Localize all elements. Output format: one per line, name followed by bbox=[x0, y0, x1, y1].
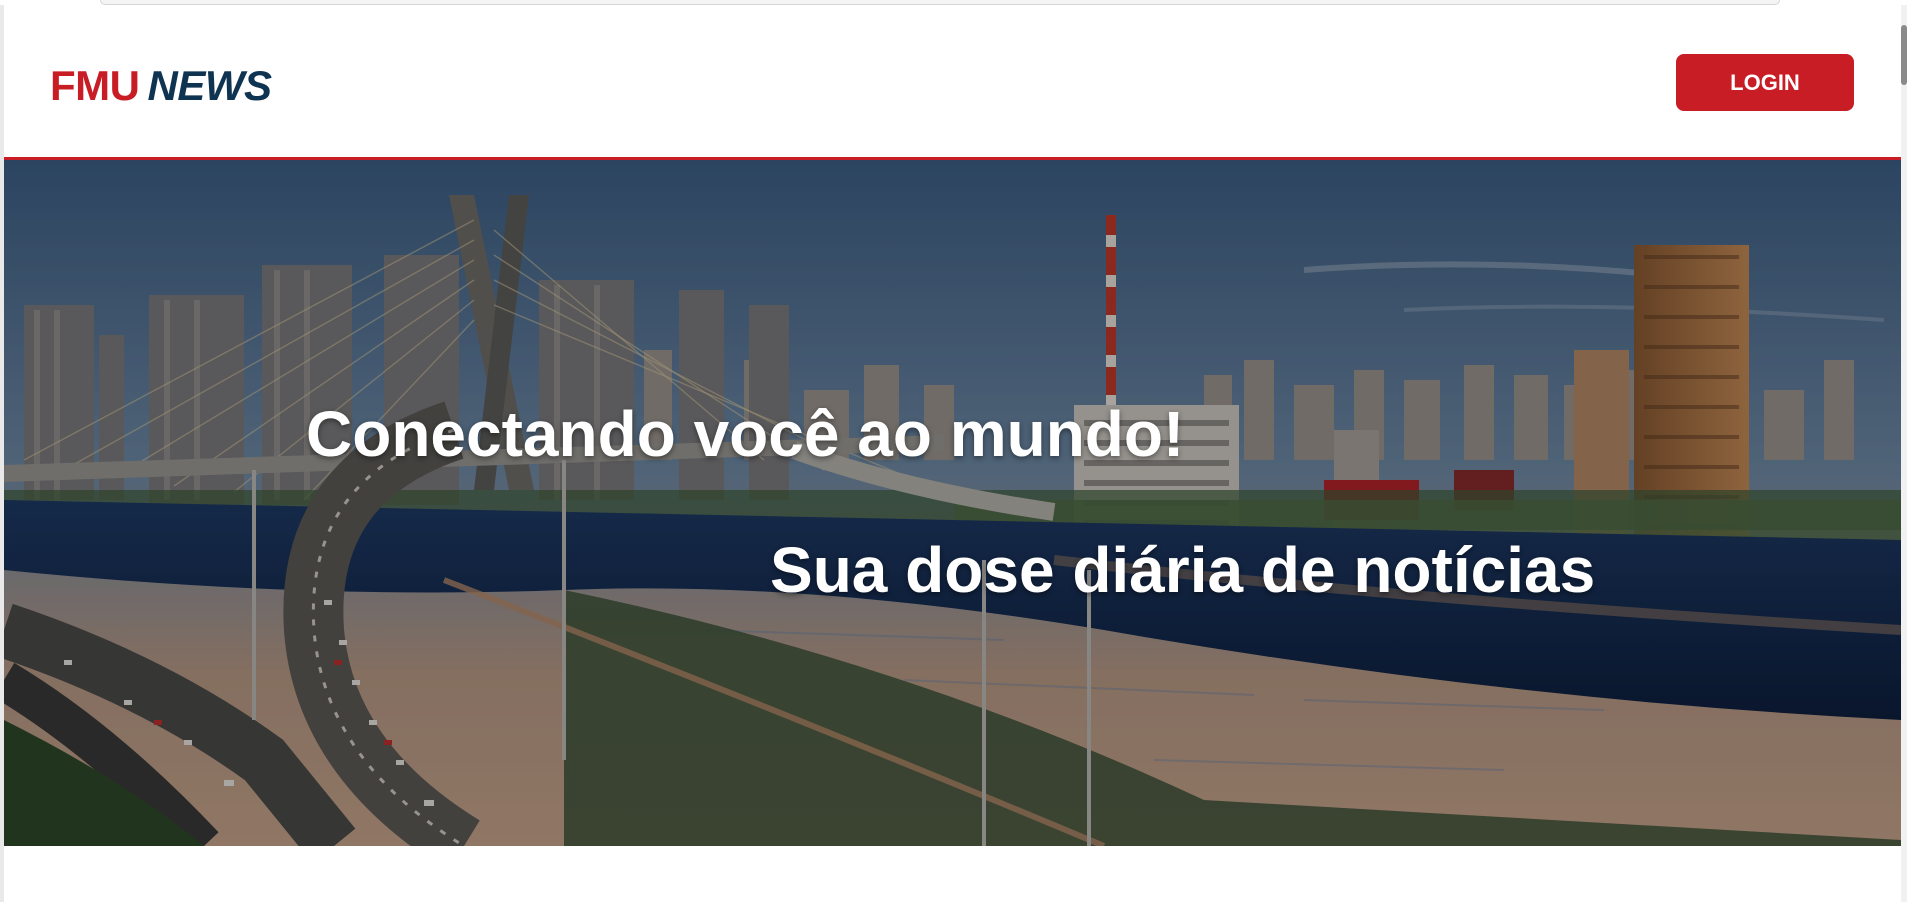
login-button[interactable]: LOGIN bbox=[1676, 54, 1854, 111]
hero-dark-overlay bbox=[4, 160, 1901, 846]
hero-subheadline: Sua dose diária de notícias bbox=[770, 534, 1596, 606]
scrollbar-track[interactable] bbox=[1901, 5, 1907, 902]
hero-headline: Conectando você ao mundo! bbox=[306, 398, 1185, 470]
hero-banner: Conectando você ao mundo! Sua dose diári… bbox=[4, 160, 1901, 846]
scrollbar-thumb[interactable] bbox=[1901, 25, 1907, 85]
logo-news-text: NEWS bbox=[147, 62, 272, 109]
logo-brand-text: FMU bbox=[50, 62, 140, 109]
site-header: FMU NEWS LOGIN bbox=[4, 5, 1901, 160]
site-logo[interactable]: FMU NEWS bbox=[50, 61, 272, 111]
